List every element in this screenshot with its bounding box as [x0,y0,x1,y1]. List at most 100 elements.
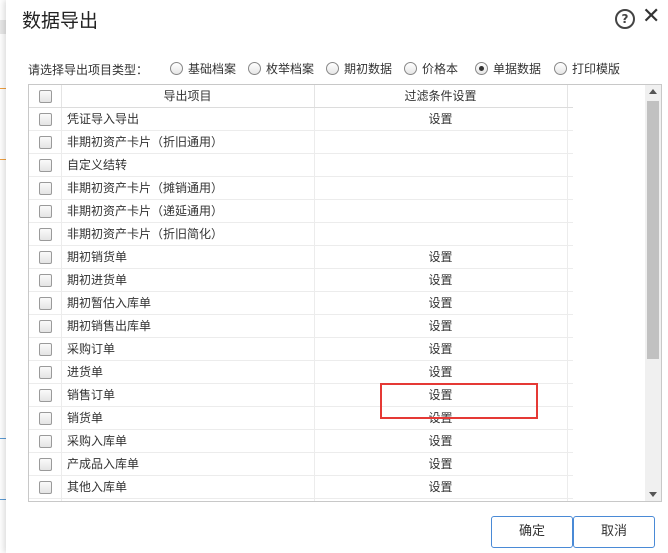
row-checkbox[interactable] [39,320,52,333]
column-header-name: 导出项目 [61,85,315,107]
row-checkbox-cell [29,407,62,429]
export-item-name: 采购入库单 [61,430,315,452]
table-row: 销售订单 设置 [29,384,573,407]
close-icon[interactable]: ✕ [642,4,660,30]
vertical-scrollbar[interactable] [645,85,661,501]
row-checkbox[interactable] [39,136,52,149]
row-checkbox[interactable] [39,297,52,310]
radio-button[interactable] [248,61,261,75]
export-item-name: 非期初资产卡片（折旧简化） [61,223,315,245]
radio-button[interactable] [475,61,488,75]
export-item-name: 非期初资产卡片（递延通用） [61,200,315,222]
table-row: 采购订单 设置 [29,338,573,361]
export-type-option[interactable]: 期初数据 [326,60,392,76]
row-checkbox-cell [29,177,62,199]
filter-settings-link[interactable]: 设置 [314,338,568,360]
scroll-down-arrow-icon[interactable] [649,492,657,497]
ok-button[interactable]: 确定 [491,516,573,548]
row-checkbox[interactable] [39,458,52,471]
filter-settings-link[interactable]: 设置 [314,476,568,498]
filter-settings-link [314,200,568,222]
export-item-name: 期初暂估入库单 [61,292,315,314]
row-checkbox-cell [29,131,62,153]
filter-settings-link[interactable]: 设置 [314,384,568,406]
filter-settings-link[interactable]: 设置 [314,430,568,452]
row-checkbox[interactable] [39,389,52,402]
radio-label: 打印模版 [572,61,621,76]
row-checkbox[interactable] [39,159,52,172]
export-type-option[interactable]: 打印模版 [554,60,620,76]
radio-label: 价格本 [422,61,459,76]
export-item-name: 自定义结转 [61,154,315,176]
row-checkbox-cell [29,200,62,222]
row-checkbox[interactable] [39,274,52,287]
radio-label: 基础档案 [188,61,237,76]
export-item-name: 产成品入库单 [61,453,315,475]
export-item-name: 销货单 [61,407,315,429]
export-type-label: 请选择导出项目类型： [28,63,149,77]
filter-settings-link[interactable]: 设置 [314,407,568,429]
table-header: 导出项目 过滤条件设置 [29,85,573,108]
filter-settings-link [314,131,568,153]
table-row: 期初进货单 设置 [29,269,573,292]
filter-settings-link[interactable]: 设置 [314,246,568,268]
table-row: 销售出库单设置 [29,499,573,501]
row-checkbox-cell [29,315,62,337]
select-all-checkbox[interactable] [39,90,52,103]
table-row: 凭证导入导出 设置 [29,108,573,131]
row-checkbox-cell [29,430,62,452]
radio-button[interactable] [554,61,567,75]
filter-settings-link[interactable]: 设置 [314,361,568,383]
radio-button[interactable] [170,61,183,75]
row-checkbox[interactable] [39,343,52,356]
filter-settings-link[interactable]: 设置 [314,499,568,501]
table-row: 非期初资产卡片（递延通用） [29,200,573,223]
export-item-name: 期初进货单 [61,269,315,291]
export-type-option[interactable]: 价格本 [404,60,458,76]
question-circle-icon[interactable]: ? [615,9,635,29]
radio-button[interactable] [326,61,339,75]
radio-label: 枚举档案 [266,61,315,76]
row-checkbox[interactable] [39,435,52,448]
filter-settings-link[interactable]: 设置 [314,108,568,130]
filter-settings-link [314,177,568,199]
filter-settings-link[interactable]: 设置 [314,315,568,337]
table-row: 非期初资产卡片（折旧通用） [29,131,573,154]
filter-settings-link[interactable]: 设置 [314,453,568,475]
row-checkbox-cell [29,269,62,291]
row-checkbox-cell [29,223,62,245]
dialog-title: 数据导出 [22,10,99,32]
table-row: 非期初资产卡片（摊销通用） [29,177,573,200]
table-row: 产成品入库单 设置 [29,453,573,476]
filter-settings-link [314,154,568,176]
row-checkbox[interactable] [39,182,52,195]
export-type-option[interactable]: 基础档案 [170,60,236,76]
export-type-selector: 请选择导出项目类型： 基础档案 枚举档案 期初数据 价格本 单据数据 打印模版 [28,58,658,78]
scroll-up-arrow-icon[interactable] [649,89,657,94]
data-export-dialog: 数据导出 ? ✕ 请选择导出项目类型： 基础档案 枚举档案 期初数据 价格本 单据数据 打… [6,0,668,553]
export-item-name: 销售出库单 [61,499,315,501]
cancel-button[interactable]: 取消 [573,516,655,548]
export-item-name: 凭证导入导出 [61,108,315,130]
export-item-name: 进货单 [61,361,315,383]
export-type-option[interactable]: 枚举档案 [248,60,314,76]
filter-settings-link [314,223,568,245]
row-checkbox[interactable] [39,366,52,379]
row-checkbox[interactable] [39,412,52,425]
row-checkbox[interactable] [39,481,52,494]
export-type-option[interactable]: 单据数据 [475,60,541,76]
export-item-name: 期初销售出库单 [61,315,315,337]
row-checkbox[interactable] [39,113,52,126]
export-items-table: 导出项目 过滤条件设置 凭证导入导出 设置 非期初资产卡片（折旧通用） 自定义结转 非期… [28,84,662,502]
filter-settings-link[interactable]: 设置 [314,269,568,291]
filter-settings-link[interactable]: 设置 [314,292,568,314]
table-row: 自定义结转 [29,154,573,177]
table-row: 期初销售出库单 设置 [29,315,573,338]
row-checkbox[interactable] [39,205,52,218]
row-checkbox[interactable] [39,251,52,264]
export-item-name: 非期初资产卡片（摊销通用） [61,177,315,199]
radio-button[interactable] [404,61,417,75]
table-row: 其他入库单 设置 [29,476,573,499]
scroll-thumb[interactable] [647,101,659,359]
row-checkbox[interactable] [39,228,52,241]
